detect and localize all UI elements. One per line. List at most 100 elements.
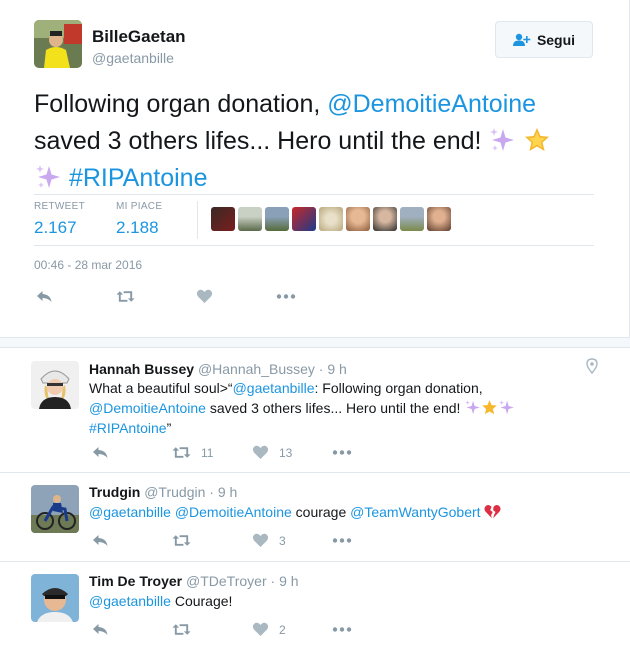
more-button[interactable] — [276, 289, 296, 304]
reply-text-part: Courage! — [170, 593, 233, 609]
like-button[interactable]: 3 — [252, 533, 286, 548]
tweet-timestamp[interactable]: 00:46 - 28 mar 2016 — [34, 258, 142, 272]
reply-author-handle[interactable]: @Hannah_Bussey — [198, 361, 315, 377]
hashtag-link[interactable]: #RIPAntoine — [69, 164, 208, 192]
sparkles-icon — [499, 400, 515, 415]
location-pin-icon — [586, 358, 598, 374]
retweet-button[interactable] — [172, 622, 201, 637]
author-handle[interactable]: @gaetanbille — [92, 50, 174, 66]
reply-avatar[interactable] — [31, 361, 79, 409]
reply-button[interactable] — [92, 622, 109, 637]
tweet-text-part: saved 3 others lifes... Hero until the e… — [34, 127, 489, 155]
hashtag-link[interactable]: #RIPAntoine — [89, 420, 167, 436]
reply-text: What a beautiful soul>“@gaetanbille: Fol… — [89, 378, 539, 438]
reply-text-part: saved 3 others lifes... Hero until the e… — [205, 400, 465, 416]
like-button[interactable]: 2 — [252, 622, 286, 637]
liker-avatar[interactable] — [265, 207, 289, 231]
reply-header: Trudgin @Trudgin · 9 h — [89, 484, 237, 500]
retweet-icon — [172, 535, 191, 546]
author-name[interactable]: BilleGaetan — [92, 27, 186, 47]
mention-link[interactable]: @gaetanbille — [233, 380, 315, 396]
reply-button[interactable] — [36, 289, 53, 304]
mention-link[interactable]: @TeamWantyGobert — [350, 504, 480, 520]
reply-text-part: : Following organ donation, — [314, 380, 483, 396]
more-button[interactable] — [332, 445, 352, 460]
like-count: 13 — [279, 445, 293, 460]
retweet-icon — [172, 447, 191, 458]
liker-avatar[interactable] — [346, 207, 370, 231]
retweet-button[interactable]: 11 — [172, 445, 213, 460]
heart-icon — [252, 445, 269, 459]
heart-icon — [252, 622, 269, 636]
reply-header: Tim De Troyer @TDeTroyer · 9 h — [89, 573, 299, 589]
liker-avatar[interactable] — [427, 207, 451, 231]
retweet-count: 11 — [201, 445, 214, 460]
heart-icon — [196, 289, 213, 303]
reply-icon — [37, 291, 52, 302]
like-button[interactable] — [196, 289, 213, 304]
mention-link[interactable]: @gaetanbille — [89, 504, 171, 520]
mention-link[interactable]: @DemoitieAntoine — [327, 90, 536, 118]
reply-button[interactable] — [92, 445, 109, 460]
liker-avatar[interactable] — [238, 207, 262, 231]
reply-text-part: ” — [166, 420, 172, 436]
retweet-icon — [116, 291, 135, 302]
mention-link[interactable]: @DemoitieAntoine — [175, 504, 292, 520]
reply-button[interactable] — [92, 533, 109, 548]
author-avatar[interactable] — [34, 20, 82, 68]
reply-author-handle[interactable]: @Trudgin — [144, 484, 205, 500]
like-count: 2.188 — [116, 218, 159, 237]
follow-button[interactable]: Segui — [495, 21, 593, 58]
reply-tweet[interactable]: Trudgin @Trudgin · 9 h @gaetanbille @Dem… — [0, 473, 630, 562]
reply-icon — [93, 535, 108, 546]
glowing-star-icon — [482, 400, 498, 415]
reply-separator: · — [209, 484, 214, 500]
more-button[interactable] — [332, 533, 352, 548]
liker-avatars — [211, 207, 451, 231]
reply-author-name[interactable]: Trudgin — [89, 484, 140, 500]
sparkles-icon — [465, 400, 481, 415]
retweet-icon — [172, 624, 191, 635]
liker-avatar[interactable] — [211, 207, 235, 231]
like-count: 3 — [279, 533, 286, 548]
glowing-star-icon — [525, 128, 550, 151]
liker-avatar[interactable] — [400, 207, 424, 231]
more-icon — [332, 450, 352, 455]
reply-time[interactable]: 9 h — [327, 361, 346, 377]
reply-avatar[interactable] — [31, 485, 79, 533]
like-stat[interactable]: MI PIACE 2.188 — [116, 201, 162, 238]
reply-icon — [93, 624, 108, 635]
liker-avatar[interactable] — [292, 207, 316, 231]
reply-time[interactable]: 9 h — [279, 573, 298, 589]
divider — [34, 245, 594, 246]
reply-tweet[interactable]: Tim De Troyer @TDeTroyer · 9 h @gaetanbi… — [0, 562, 630, 649]
reply-separator: · — [270, 573, 276, 589]
liker-avatar[interactable] — [373, 207, 397, 231]
like-button[interactable]: 13 — [252, 445, 292, 460]
stat-separator — [197, 201, 198, 239]
broken-heart-icon — [484, 504, 502, 519]
retweet-button[interactable] — [172, 533, 201, 548]
like-count: 2 — [279, 622, 286, 637]
more-icon — [276, 294, 296, 299]
mention-link[interactable]: @gaetanbille — [89, 593, 171, 609]
mention-link[interactable]: @DemoitieAntoine — [89, 400, 206, 416]
tweet-text-part: Following organ donation, — [34, 90, 328, 118]
more-button[interactable] — [332, 622, 352, 637]
follow-label: Segui — [536, 31, 576, 48]
divider — [34, 194, 594, 195]
reply-author-name[interactable]: Hannah Bussey — [89, 361, 194, 377]
reply-time[interactable]: 9 h — [218, 484, 237, 500]
reply-avatar[interactable] — [31, 574, 79, 622]
heart-icon — [252, 533, 269, 547]
reply-tweet[interactable]: Hannah Bussey @Hannah_Bussey · 9 h What … — [0, 349, 630, 473]
retweet-button[interactable] — [116, 289, 135, 304]
reply-header: Hannah Bussey @Hannah_Bussey · 9 h — [89, 361, 347, 377]
liker-avatar[interactable] — [319, 207, 343, 231]
retweet-stat[interactable]: RETWEET 2.167 — [34, 201, 85, 238]
tweet-text: Following organ donation, @DemoitieAntoi… — [34, 86, 604, 197]
reply-text: @gaetanbille @DemoitieAntoine courage @T… — [89, 502, 589, 522]
more-icon — [332, 627, 352, 632]
reply-author-handle[interactable]: @TDeTroyer — [186, 573, 267, 589]
reply-author-name[interactable]: Tim De Troyer — [89, 573, 182, 589]
